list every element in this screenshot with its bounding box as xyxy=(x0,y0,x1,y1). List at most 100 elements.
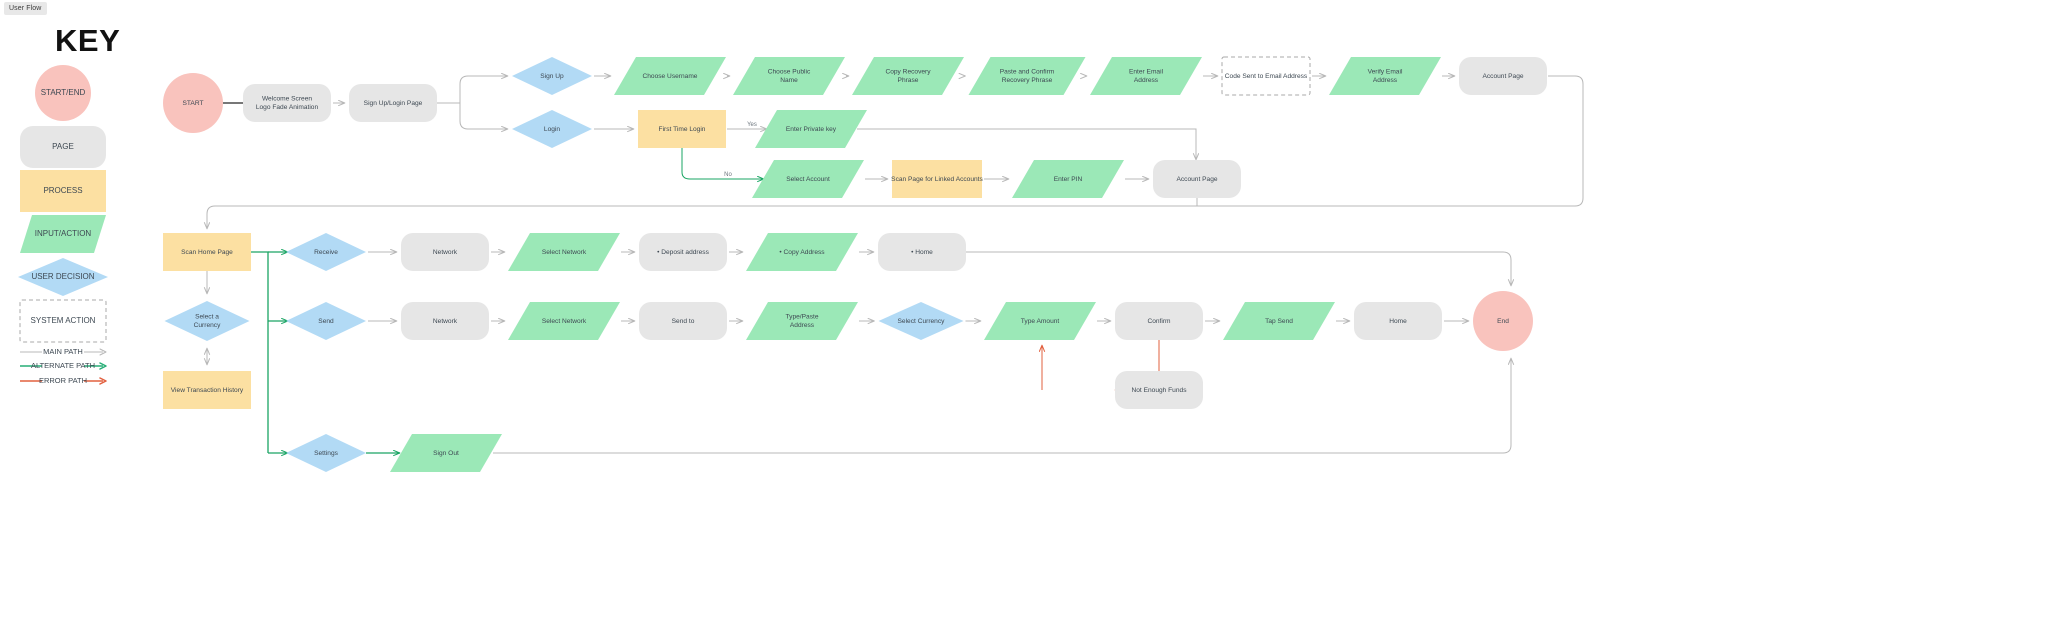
node-tap-send[interactable]: Tap Send xyxy=(1223,302,1335,340)
node-label: Network xyxy=(433,318,458,325)
node-enter-pin[interactable]: Enter PIN xyxy=(1012,160,1124,198)
node-label: Choose Public xyxy=(768,69,811,76)
node-label: Enter Private key xyxy=(786,126,837,133)
node-account-page-1[interactable]: Account Page xyxy=(1459,57,1547,95)
node-select-network-2[interactable]: Select Network xyxy=(508,302,620,340)
node-label: Settings xyxy=(314,450,339,457)
node-label: Name xyxy=(780,77,798,84)
node-label: Select Currency xyxy=(898,318,946,325)
node-label: Type/Paste xyxy=(786,314,819,321)
node-network-2[interactable]: Network xyxy=(401,302,489,340)
node-label: Home xyxy=(1389,318,1407,325)
node-welcome[interactable]: Welcome ScreenLogo Fade Animation xyxy=(243,84,331,122)
edge-label-no-label: No xyxy=(724,172,732,178)
node-label: First Time Login xyxy=(659,126,706,133)
node-label: Network xyxy=(433,249,458,256)
node-label: Enter PIN xyxy=(1054,176,1083,183)
node-label: Confirm xyxy=(1147,318,1171,325)
edge-split-login xyxy=(459,103,509,133)
node-paste-confirm[interactable]: Paste and ConfirmRecovery Phrase xyxy=(968,57,1086,95)
node-label: Welcome Screen xyxy=(262,96,312,103)
nodes-layer: START Welcome ScreenLogo Fade Animation Si… xyxy=(163,56,1547,472)
node-network-1[interactable]: Network xyxy=(401,233,489,271)
node-label: Sign Up xyxy=(540,73,564,80)
node-label: Choose Username xyxy=(643,73,698,80)
node-label: Enter Email xyxy=(1129,69,1164,76)
edge-sign-out-to-end xyxy=(493,357,1515,454)
node-type-amount[interactable]: Type Amount xyxy=(984,302,1096,340)
node-label: Receive xyxy=(314,249,338,256)
node-view-history[interactable]: View Transaction History xyxy=(163,371,251,409)
node-enter-email[interactable]: Enter EmailAddress xyxy=(1090,57,1202,95)
edge-home-1-to-end xyxy=(966,251,1515,287)
node-signup[interactable]: Sign Up xyxy=(512,57,592,95)
node-label: • Home xyxy=(911,249,933,256)
node-choose-username[interactable]: Choose Username xyxy=(614,57,726,95)
node-home-2[interactable]: Home xyxy=(1354,302,1442,340)
node-label: Scan Page for Linked Accounts xyxy=(891,176,983,183)
user-flow-canvas: User Flow KEY START/END PAGE PROCESS INPUT/… xyxy=(0,0,2048,641)
flow-diagram: START Welcome ScreenLogo Fade Animation Si… xyxy=(163,56,1584,472)
node-label: Select a xyxy=(195,314,219,321)
node-scan-home[interactable]: Scan Home Page xyxy=(163,233,251,271)
node-account-page-2[interactable]: Account Page xyxy=(1153,160,1241,198)
node-label: Currency xyxy=(194,322,221,329)
node-home-1[interactable]: • Home xyxy=(878,233,966,271)
node-label: Not Enough Funds xyxy=(1132,387,1188,394)
node-send-to[interactable]: Send to xyxy=(639,302,727,340)
node-label: Address xyxy=(1373,77,1398,84)
edge-private-key-to-account-page-2 xyxy=(857,128,1200,161)
node-copy-recovery[interactable]: Copy RecoveryPhrase xyxy=(852,57,964,95)
node-verify-email[interactable]: Verify EmailAddress xyxy=(1329,57,1441,95)
node-label: Send xyxy=(318,318,334,325)
node-copy-address[interactable]: • Copy Address xyxy=(746,233,858,271)
edge-scan-home-alt-bus xyxy=(251,251,269,453)
node-label: Send to xyxy=(672,318,695,325)
node-label: • Copy Address xyxy=(779,249,825,256)
node-label: Sign Out xyxy=(433,450,459,457)
node-start[interactable]: START xyxy=(163,73,223,133)
node-label: Phrase xyxy=(898,77,919,84)
edge-split-signup xyxy=(437,72,509,104)
node-label: Account Page xyxy=(1176,176,1217,183)
node-label: Paste and Confirm xyxy=(1000,69,1055,76)
node-label: Copy Recovery xyxy=(885,69,931,76)
node-enter-private-key[interactable]: Enter Private key xyxy=(755,110,867,148)
node-signup-login[interactable]: Sign Up/Login Page xyxy=(349,84,437,122)
node-label: Select Network xyxy=(542,249,587,256)
node-login[interactable]: Login xyxy=(512,110,592,148)
node-label: End xyxy=(1497,318,1509,325)
node-label: Verify Email xyxy=(1368,69,1403,76)
node-label: Account Page xyxy=(1482,73,1523,80)
node-choose-public[interactable]: Choose PublicName xyxy=(733,57,845,95)
node-send[interactable]: Send xyxy=(286,302,366,340)
node-label: Select Network xyxy=(542,318,587,325)
node-code-sent[interactable]: Code Sent to Email Address xyxy=(1221,56,1311,96)
node-label: START xyxy=(182,100,203,107)
node-label: Login xyxy=(544,126,560,133)
node-select-account[interactable]: Select Account xyxy=(752,160,864,198)
node-label: Logo Fade Animation xyxy=(256,104,319,111)
node-label: Type Amount xyxy=(1021,318,1060,325)
node-not-enough-funds[interactable]: Not Enough Funds xyxy=(1115,371,1203,409)
node-confirm[interactable]: Confirm xyxy=(1115,302,1203,340)
node-select-currency-2[interactable]: Select Currency xyxy=(878,302,964,340)
node-label: Sign Up/Login Page xyxy=(364,100,423,107)
node-scan-linked[interactable]: Scan Page for Linked Accounts xyxy=(891,160,984,198)
node-label: Recovery Phrase xyxy=(1002,77,1053,84)
node-settings[interactable]: Settings xyxy=(286,434,366,472)
node-label: View Transaction History xyxy=(171,387,244,394)
node-type-paste[interactable]: Type/PasteAddress xyxy=(746,302,858,340)
node-label: Scan Home Page xyxy=(181,249,233,256)
node-deposit-address[interactable]: • Deposit address xyxy=(639,233,727,271)
node-sign-out[interactable]: Sign Out xyxy=(390,434,502,472)
node-receive[interactable]: Receive xyxy=(286,233,366,271)
node-end[interactable]: End xyxy=(1473,291,1533,351)
node-select-network-1[interactable]: Select Network xyxy=(508,233,620,271)
node-label: Select Account xyxy=(786,176,830,183)
node-select-currency-1[interactable]: Select aCurrency xyxy=(164,301,250,341)
edge-label-yes-label: Yes xyxy=(747,122,757,128)
node-label: Address xyxy=(1134,77,1159,84)
node-first-time-login[interactable]: First Time Login xyxy=(638,110,726,148)
node-label: Address xyxy=(790,322,815,329)
